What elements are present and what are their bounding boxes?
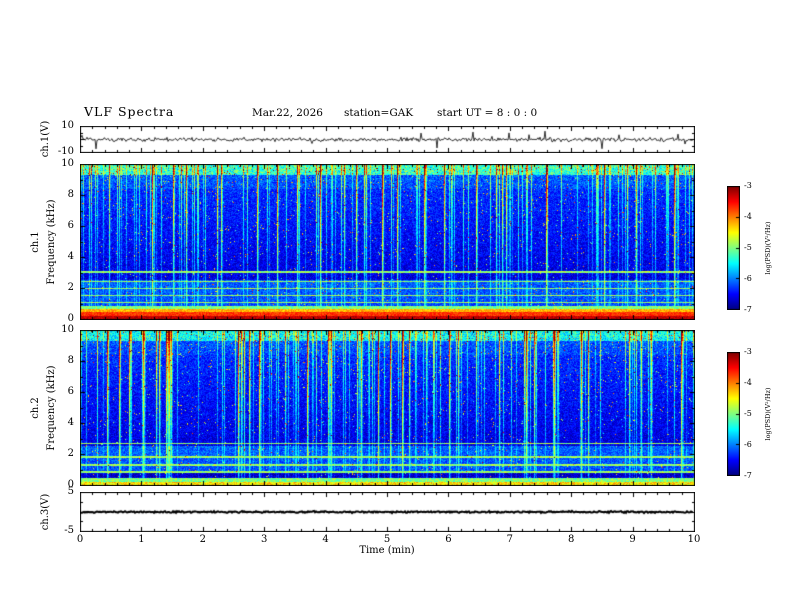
ch2-frequency-ylabel: Frequency (kHz) [46,365,57,451]
vlf-spectra-plot: VLF Spectra Mar.22, 2026 station=GAK sta… [0,0,792,612]
y-tick-label-spec1: 4 [67,251,74,262]
ch1-waveform-ylabel: ch.1(V) [40,120,51,158]
colorbar-tick-label-1: -3 [744,181,752,190]
y-tick-label-spec2: 6 [67,386,74,397]
colorbar-tick-label-1: -6 [744,274,752,283]
x-tick-label: 4 [322,534,329,545]
colorbar-tick-label-2: -6 [744,440,752,449]
date-label: Mar.22, 2026 [252,107,323,119]
colorbar-tick-label-1: -4 [744,212,752,221]
station-label: station=GAK [344,107,414,119]
ch3-waveform-ylabel: ch.3(V) [40,493,51,531]
ch2-row-label: ch.2 [30,397,41,419]
ch2-colorbar-label: log(PSD)(V²/Hz) [763,387,772,441]
colorbar-tick-label-1: -5 [744,243,752,252]
x-tick-label: 8 [568,534,575,545]
y-tick-label-spec2: 8 [67,355,74,366]
y-tick-label-spec1: 2 [67,282,74,293]
x-tick-label: 9 [629,534,636,545]
x-tick-label: 1 [138,534,145,545]
figure-title: VLF Spectra [84,104,175,119]
x-tick-label: 7 [506,534,513,545]
colorbar-tick-label-2: -7 [744,471,752,480]
y-tick-label-spec2: 4 [67,417,74,428]
ch1-colorbar-label: log(PSD)(V²/Hz) [763,221,772,275]
y-tick-label-ch1v: 10 [61,120,74,131]
y-tick-label-ch3v: -5 [64,525,74,536]
y-tick-label-ch3v: 5 [67,486,74,497]
x-tick-label: 2 [199,534,206,545]
ch1-waveform-canvas [80,126,695,153]
x-tick-label: 6 [445,534,452,545]
colorbar-tick-label-1: -7 [744,305,752,314]
ch1-row-label: ch.1 [30,231,41,253]
y-tick-label-spec1: 10 [61,158,74,169]
x-tick-label: 10 [687,534,701,545]
ch1-colorbar [727,186,740,310]
x-tick-label: 0 [76,534,84,545]
ch2-spectrogram-canvas [80,330,695,486]
ch3-waveform-canvas [80,492,695,532]
ch2-colorbar [727,352,740,476]
x-tick-label: 5 [383,534,391,545]
y-tick-label-spec1: 6 [67,220,74,231]
y-tick-label-spec2: 10 [61,324,74,335]
y-tick-label-spec1: 0 [67,313,74,324]
colorbar-tick-label-2: -5 [744,409,752,418]
x-axis-title: Time (min) [359,545,415,556]
colorbar-tick-label-2: -4 [744,378,752,387]
y-tick-label-spec2: 2 [67,448,74,459]
x-tick-label: 3 [261,534,268,545]
ch1-frequency-ylabel: Frequency (kHz) [46,199,57,285]
start-ut-label: start UT = 8 : 0 : 0 [437,107,538,119]
ch1-spectrogram-canvas [80,164,695,320]
y-tick-label-spec1: 8 [67,189,74,200]
y-tick-label-ch1v: -10 [57,146,74,157]
colorbar-tick-label-2: -3 [744,347,752,356]
